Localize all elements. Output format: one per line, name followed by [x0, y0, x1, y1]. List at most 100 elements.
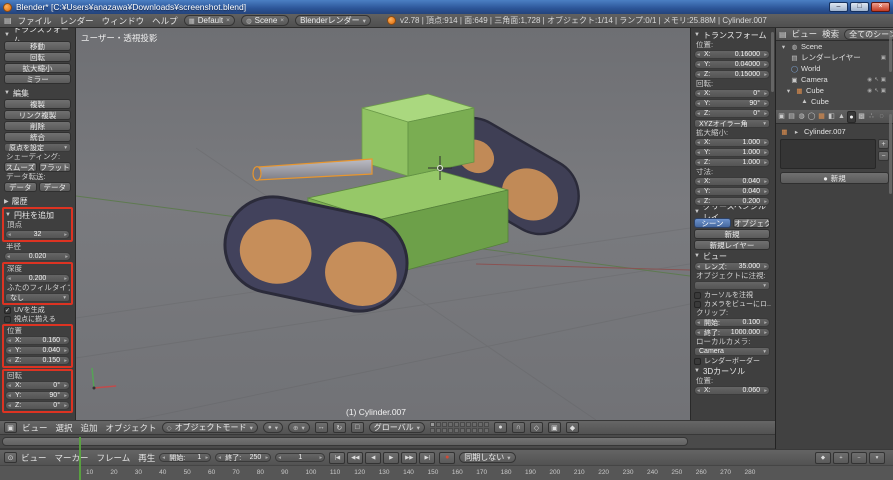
tab-object-data[interactable]: ▲	[837, 111, 846, 123]
outliner-editor-icon[interactable]: ▤	[779, 30, 787, 39]
menu-item[interactable]: ヘルプ	[152, 15, 178, 27]
render-engine-selector[interactable]: Blenderレンダー ▾	[295, 15, 371, 26]
location-z-field[interactable]: Z:0.15000	[694, 70, 770, 79]
maximize-button[interactable]: □	[850, 2, 869, 12]
tank-turret[interactable]	[361, 93, 475, 177]
menu-item[interactable]: ビュー	[22, 422, 48, 434]
tab-particles[interactable]: ∴	[867, 111, 876, 123]
eye-icon[interactable]: ◉	[867, 88, 872, 94]
outliner-view-menu[interactable]: ビュー	[792, 28, 818, 40]
menu-item[interactable]: 選択	[56, 422, 73, 434]
scale-y-field[interactable]: Y:1.000	[694, 148, 770, 157]
remove-slot-button[interactable]: −	[878, 151, 889, 161]
viewport-canvas[interactable]	[76, 28, 690, 420]
align-to-view-checkbox[interactable]: 視点に揃える	[4, 315, 71, 323]
rotation-mode-dropdown[interactable]: XYZオイラー角	[694, 119, 770, 128]
orientation-dropdown[interactable]: グローバル ▾	[368, 422, 425, 433]
material-slot-list[interactable]	[780, 139, 876, 169]
scrollbar[interactable]	[771, 32, 774, 92]
menu-item[interactable]: ウィンドウ	[102, 15, 145, 27]
dimension-x-field[interactable]: X:0.040	[694, 177, 770, 186]
location-x-field[interactable]: X:0.160	[5, 336, 70, 345]
expand-icon[interactable]: ▾	[784, 87, 793, 95]
mode-dropdown[interactable]: ◇ オブジェクトモード ▾	[161, 422, 258, 433]
join-button[interactable]: 統合	[4, 132, 71, 142]
tank-model[interactable]	[216, 93, 593, 320]
transform-panel-header[interactable]: ▼トランスフォーム	[4, 28, 71, 45]
add-cylinder-panel-header[interactable]: ▼ 円柱を追加	[5, 210, 70, 220]
keying-set-icon[interactable]: ◆	[815, 451, 831, 464]
outliner-search-menu[interactable]: 検索	[822, 28, 839, 40]
layer-grid[interactable]	[429, 422, 489, 433]
menu-item[interactable]: ビュー	[21, 452, 47, 464]
move-button[interactable]: 移動	[4, 41, 71, 51]
scale-button[interactable]: 拡大縮小	[4, 63, 71, 73]
rotation-y-field[interactable]: Y:90°	[694, 99, 770, 108]
dimension-z-field[interactable]: Z:0.200	[694, 197, 770, 206]
tab-world[interactable]: ◯	[807, 111, 816, 123]
snap-magnet-icon[interactable]: ∩	[511, 422, 525, 433]
transport-button[interactable]: |◀	[329, 451, 346, 464]
minimize-button[interactable]: –	[829, 2, 848, 12]
cap-fill-dropdown[interactable]: なし	[5, 293, 70, 302]
rotation-x-field[interactable]: X:0°	[694, 89, 770, 98]
transport-button[interactable]: ▶	[383, 451, 400, 464]
rotation-y-field[interactable]: Y:90°	[5, 391, 70, 400]
lock-object-field[interactable]	[694, 281, 770, 290]
screen-layout-selector[interactable]: ▦ Default ×	[183, 15, 235, 26]
render-border-checkbox[interactable]: レンダーボーダー	[694, 357, 770, 365]
tab-modifiers[interactable]: ◧	[827, 111, 836, 123]
horizontal-scrollbar[interactable]	[2, 437, 688, 446]
gp-object-toggle[interactable]: オブジェクト	[733, 218, 770, 228]
timeline-ruler[interactable]: 10 20 30 40 50 60 70 80 90 100 110 120 130 140 150 160 1…	[0, 465, 893, 480]
clip-end-field[interactable]: 終了:1000.000	[694, 328, 770, 337]
transport-button[interactable]: ◀◀	[347, 451, 364, 464]
cursor-x-field[interactable]: X:0.060	[694, 386, 770, 395]
lock-cursor-checkbox[interactable]: カーソルを注視	[694, 291, 770, 299]
menu-item[interactable]: フレーム	[97, 452, 131, 464]
editor-type-icon[interactable]: ▣	[4, 422, 17, 433]
location-y-field[interactable]: Y:0.040	[5, 346, 70, 355]
sync-dropdown[interactable]: 同期しない ▾	[459, 452, 516, 463]
radius-field[interactable]: 0.020	[4, 252, 71, 261]
rotate-manipulator-icon[interactable]: ↻	[332, 422, 346, 433]
outliner-row-camera[interactable]: ▣ Camera ◉ ↖ ▣	[776, 74, 893, 85]
scrollbar[interactable]	[889, 114, 892, 194]
gp-scene-toggle[interactable]: シーン	[694, 218, 731, 228]
duplicate-button[interactable]: 複製	[4, 99, 71, 109]
select-icon[interactable]: ↖	[874, 88, 879, 94]
outliner-row-cube[interactable]: ▾ ▦ Cube ◉ ↖ ▣	[776, 85, 893, 96]
tab-render[interactable]: ▣	[777, 111, 786, 123]
close-scene-icon[interactable]: ×	[280, 17, 284, 24]
gp-new-layer-button[interactable]: 新規レイヤー	[694, 240, 770, 250]
tab-object[interactable]: ▦	[817, 111, 826, 123]
menu-item[interactable]: レンダー	[60, 15, 94, 27]
scene-selector[interactable]: ◍ Scene ×	[240, 15, 290, 26]
menu-item[interactable]: 追加	[81, 422, 98, 434]
transport-button[interactable]: ▶|	[419, 451, 436, 464]
render-visibility-icon[interactable]: ▣	[881, 77, 886, 83]
duplicate-linked-button[interactable]: リンク複製	[4, 110, 71, 120]
mirror-button[interactable]: ミラー	[4, 74, 71, 84]
viewport-3d[interactable]: ユーザー・透視投影 (1) Cylinder.007	[76, 28, 690, 420]
scale-manipulator-icon[interactable]: □	[350, 422, 364, 433]
outliner-row-scene[interactable]: ▾ ◍ Scene	[776, 41, 893, 52]
location-x-field[interactable]: X:0.16000	[694, 50, 770, 59]
expand-icon[interactable]: ▾	[779, 43, 788, 51]
frame-start-field[interactable]: 開始: 1	[159, 453, 212, 462]
render-visibility-icon[interactable]: ▣	[881, 88, 886, 94]
view-panel-header[interactable]: ▼ ビュー	[694, 251, 770, 261]
snap-element-icon[interactable]: ◇	[529, 422, 543, 433]
lock-camera-checkbox[interactable]: カメラをビューにロ..	[694, 300, 771, 308]
edit-panel-header[interactable]: ▼ 編集	[4, 88, 71, 98]
menu-item[interactable]: オブジェクト	[106, 422, 157, 434]
rotation-z-field[interactable]: Z:0°	[5, 401, 70, 410]
depth-field[interactable]: 0.200	[5, 274, 70, 283]
translate-manipulator-icon[interactable]: ↔	[314, 422, 328, 433]
smooth-button[interactable]: スムーズ	[4, 162, 37, 172]
tab-material[interactable]: ●	[847, 110, 856, 123]
tab-texture[interactable]: ▩	[857, 111, 866, 123]
select-icon[interactable]: ↖	[874, 77, 879, 83]
close-layout-icon[interactable]: ×	[226, 17, 230, 24]
outliner-row-renderlayers[interactable]: ▤ レンダーレイヤー ▣	[776, 52, 893, 63]
